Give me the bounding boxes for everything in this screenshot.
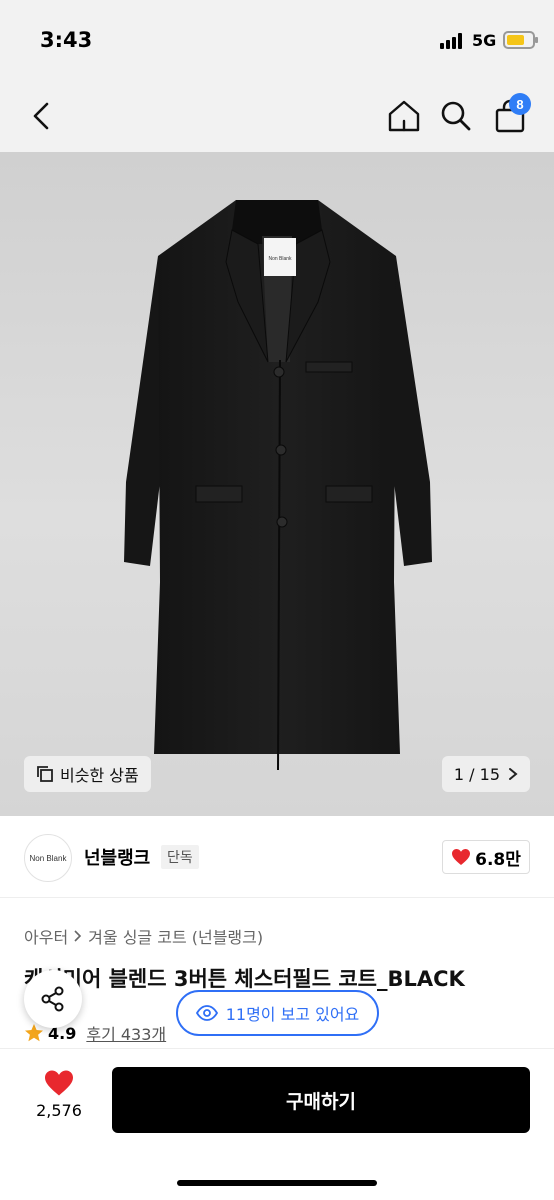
- product-image-carousel[interactable]: Non Blank 비슷한 상품 1 / 15: [0, 152, 554, 816]
- network-label: 5G: [472, 31, 497, 50]
- bottom-action-bar: 2,576 구매하기: [0, 1048, 554, 1200]
- viewers-indicator: 11명이 보고 있어요: [176, 990, 379, 1036]
- heart-icon: [45, 1070, 73, 1096]
- home-button[interactable]: [380, 92, 428, 140]
- image-pager[interactable]: 1 / 15: [441, 756, 530, 792]
- search-button[interactable]: [432, 92, 480, 140]
- breadcrumb-category[interactable]: 아우터: [24, 924, 68, 948]
- coat-tag-text: Non Blank: [268, 256, 292, 262]
- search-icon: [441, 101, 471, 131]
- brand-logo[interactable]: Non Blank: [24, 834, 72, 882]
- product-coat-image: Non Blank: [124, 200, 432, 771]
- home-indicator: [177, 1180, 377, 1186]
- chevron-left-icon: [33, 102, 49, 130]
- share-icon: [41, 986, 64, 1012]
- chevron-right-icon: [74, 930, 82, 942]
- chevron-right-icon: [509, 768, 518, 780]
- similar-icon: [37, 766, 53, 782]
- like-button[interactable]: 2,576: [24, 1069, 94, 1139]
- similar-products-button[interactable]: 비슷한 상품: [24, 756, 151, 792]
- eye-icon: [195, 1005, 218, 1021]
- exclusive-badge: 단독: [161, 845, 199, 869]
- cart-button[interactable]: 8: [486, 92, 534, 140]
- breadcrumb: 아우터 겨울 싱글 코트 (넌블랭크): [24, 924, 263, 948]
- cart-count-badge: 8: [509, 93, 531, 115]
- product-title: 캐시미어 블렌드 3버튼 체스터필드 코트_BLACK: [24, 967, 465, 991]
- viewers-label: 11명이 보고 있어요: [225, 1005, 360, 1024]
- like-count: 2,576: [36, 1101, 82, 1120]
- similar-products-label: 비슷한 상품: [60, 766, 139, 785]
- back-button[interactable]: [18, 92, 66, 140]
- brand-name[interactable]: 넌블랭크: [84, 844, 150, 870]
- brand-like-button[interactable]: 6.8만: [442, 840, 530, 874]
- heart-icon: [452, 849, 471, 865]
- reviews-link[interactable]: 후기 433개: [86, 1021, 166, 1045]
- signal-icon: [440, 33, 466, 49]
- breadcrumb-subcategory[interactable]: 겨울 싱글 코트 (넌블랭크): [88, 924, 263, 948]
- image-pager-count: 1 / 15: [453, 764, 500, 784]
- battery-icon: [503, 31, 538, 49]
- status-bar: 3:43 5G: [0, 0, 554, 80]
- status-time: 3:43: [40, 28, 93, 52]
- brand-row: Non Blank 넌블랭크 단독 6.8만: [0, 816, 554, 898]
- star-icon: [25, 1024, 43, 1042]
- brand-like-count: 6.8만: [475, 849, 521, 870]
- buy-button[interactable]: 구매하기: [112, 1067, 530, 1133]
- top-nav: 8: [0, 80, 554, 152]
- home-icon: [388, 100, 420, 132]
- share-button[interactable]: [24, 970, 82, 1028]
